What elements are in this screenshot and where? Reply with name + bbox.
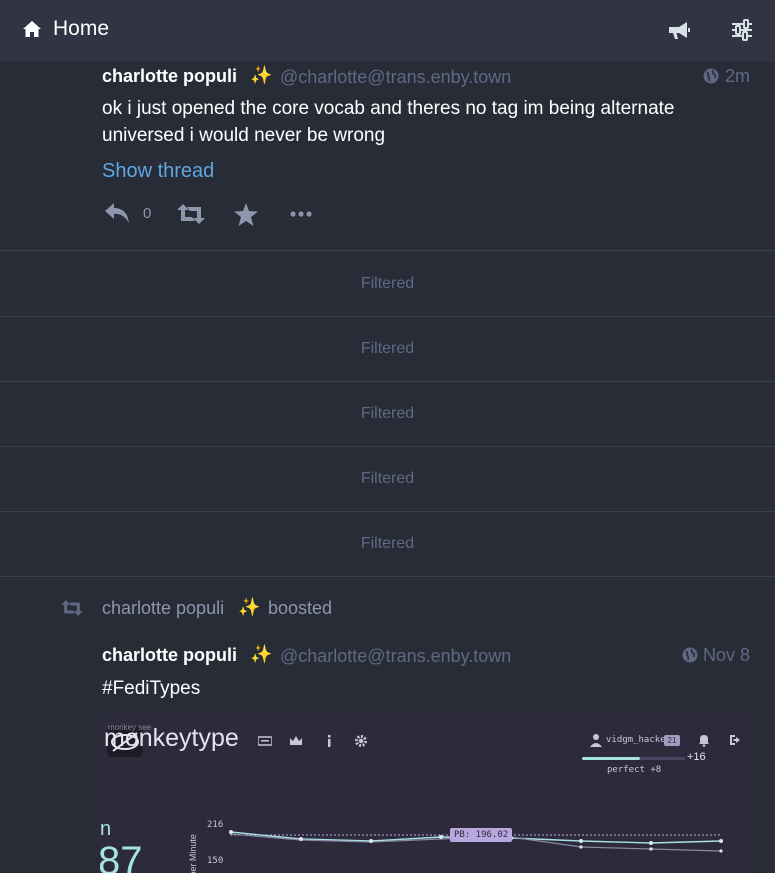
filtered-status[interactable]: Filtered	[0, 382, 775, 447]
column-header: Home	[0, 0, 775, 62]
wpm-label: n	[100, 818, 112, 840]
y-tick-label: 150	[207, 856, 224, 866]
filtered-status[interactable]: Filtered	[0, 317, 775, 382]
boosted-label: boosted	[268, 598, 333, 618]
announcements-icon[interactable]	[667, 18, 691, 42]
filtered-status[interactable]: Filtered	[0, 252, 775, 317]
keyboard-icon	[258, 736, 272, 746]
boost-icon[interactable]	[177, 204, 205, 224]
column-settings-icon[interactable]	[731, 19, 753, 41]
more-icon[interactable]	[290, 211, 312, 217]
sparkles-emoji: ✨	[250, 65, 273, 85]
timestamp[interactable]: Nov 8	[703, 645, 750, 666]
xp-progress-track	[640, 757, 685, 760]
bell-icon	[699, 735, 709, 747]
xp-perfect-bonus: perfect +8	[607, 765, 662, 775]
wpm-value: 87	[100, 839, 143, 873]
personal-best-label: PB: 196.02	[450, 828, 513, 842]
account-handle[interactable]: @charlotte@trans.enby.town	[280, 646, 511, 667]
crown-icon	[290, 736, 302, 745]
logout-icon	[730, 735, 740, 745]
status-item[interactable]: charlotte populi ✨ @charlotte@trans.enby…	[0, 62, 775, 251]
username: vidgm_hacker	[606, 735, 672, 745]
xp-progress-fill	[582, 757, 640, 760]
level-badge: 21	[664, 735, 680, 746]
booster-name[interactable]: charlotte populi	[102, 598, 224, 619]
reply-icon[interactable]	[104, 202, 130, 224]
account-handle[interactable]: @charlotte@trans.enby.town	[280, 67, 511, 88]
status-content: ok i just opened the core vocab and ther…	[102, 98, 675, 146]
y-axis-label: Words per Minute	[188, 834, 198, 873]
home-icon[interactable]	[22, 19, 42, 39]
filtered-status[interactable]: Filtered	[0, 447, 775, 512]
gear-icon	[355, 735, 367, 747]
reply-count: 0	[143, 205, 152, 222]
display-name[interactable]: charlotte populi	[102, 66, 237, 87]
y-tick-label: 216	[207, 820, 224, 830]
display-name[interactable]: charlotte populi	[102, 645, 237, 666]
column-title[interactable]: Home	[53, 17, 109, 41]
logo-text: monkeytype	[104, 724, 239, 752]
user-icon	[590, 734, 602, 747]
favourite-icon[interactable]	[234, 203, 258, 226]
hashtag-link[interactable]: #FediTypes	[102, 678, 200, 700]
boost-prepend: charlotte populi ✨ boosted	[0, 577, 775, 627]
media-attachment[interactable]: monkey see monkeytype vidgm_hacker 21 +1…	[100, 715, 752, 873]
timestamp[interactable]: 2m	[725, 66, 750, 87]
info-icon	[328, 735, 331, 747]
globe-icon	[682, 647, 698, 663]
sparkles-emoji: ✨	[238, 597, 261, 617]
show-thread-link[interactable]: Show thread	[102, 160, 214, 183]
xp-gain: +16	[687, 751, 706, 763]
filtered-status[interactable]: Filtered	[0, 512, 775, 577]
boost-icon	[61, 600, 83, 616]
globe-icon	[703, 68, 719, 84]
sparkles-emoji: ✨	[250, 644, 273, 664]
